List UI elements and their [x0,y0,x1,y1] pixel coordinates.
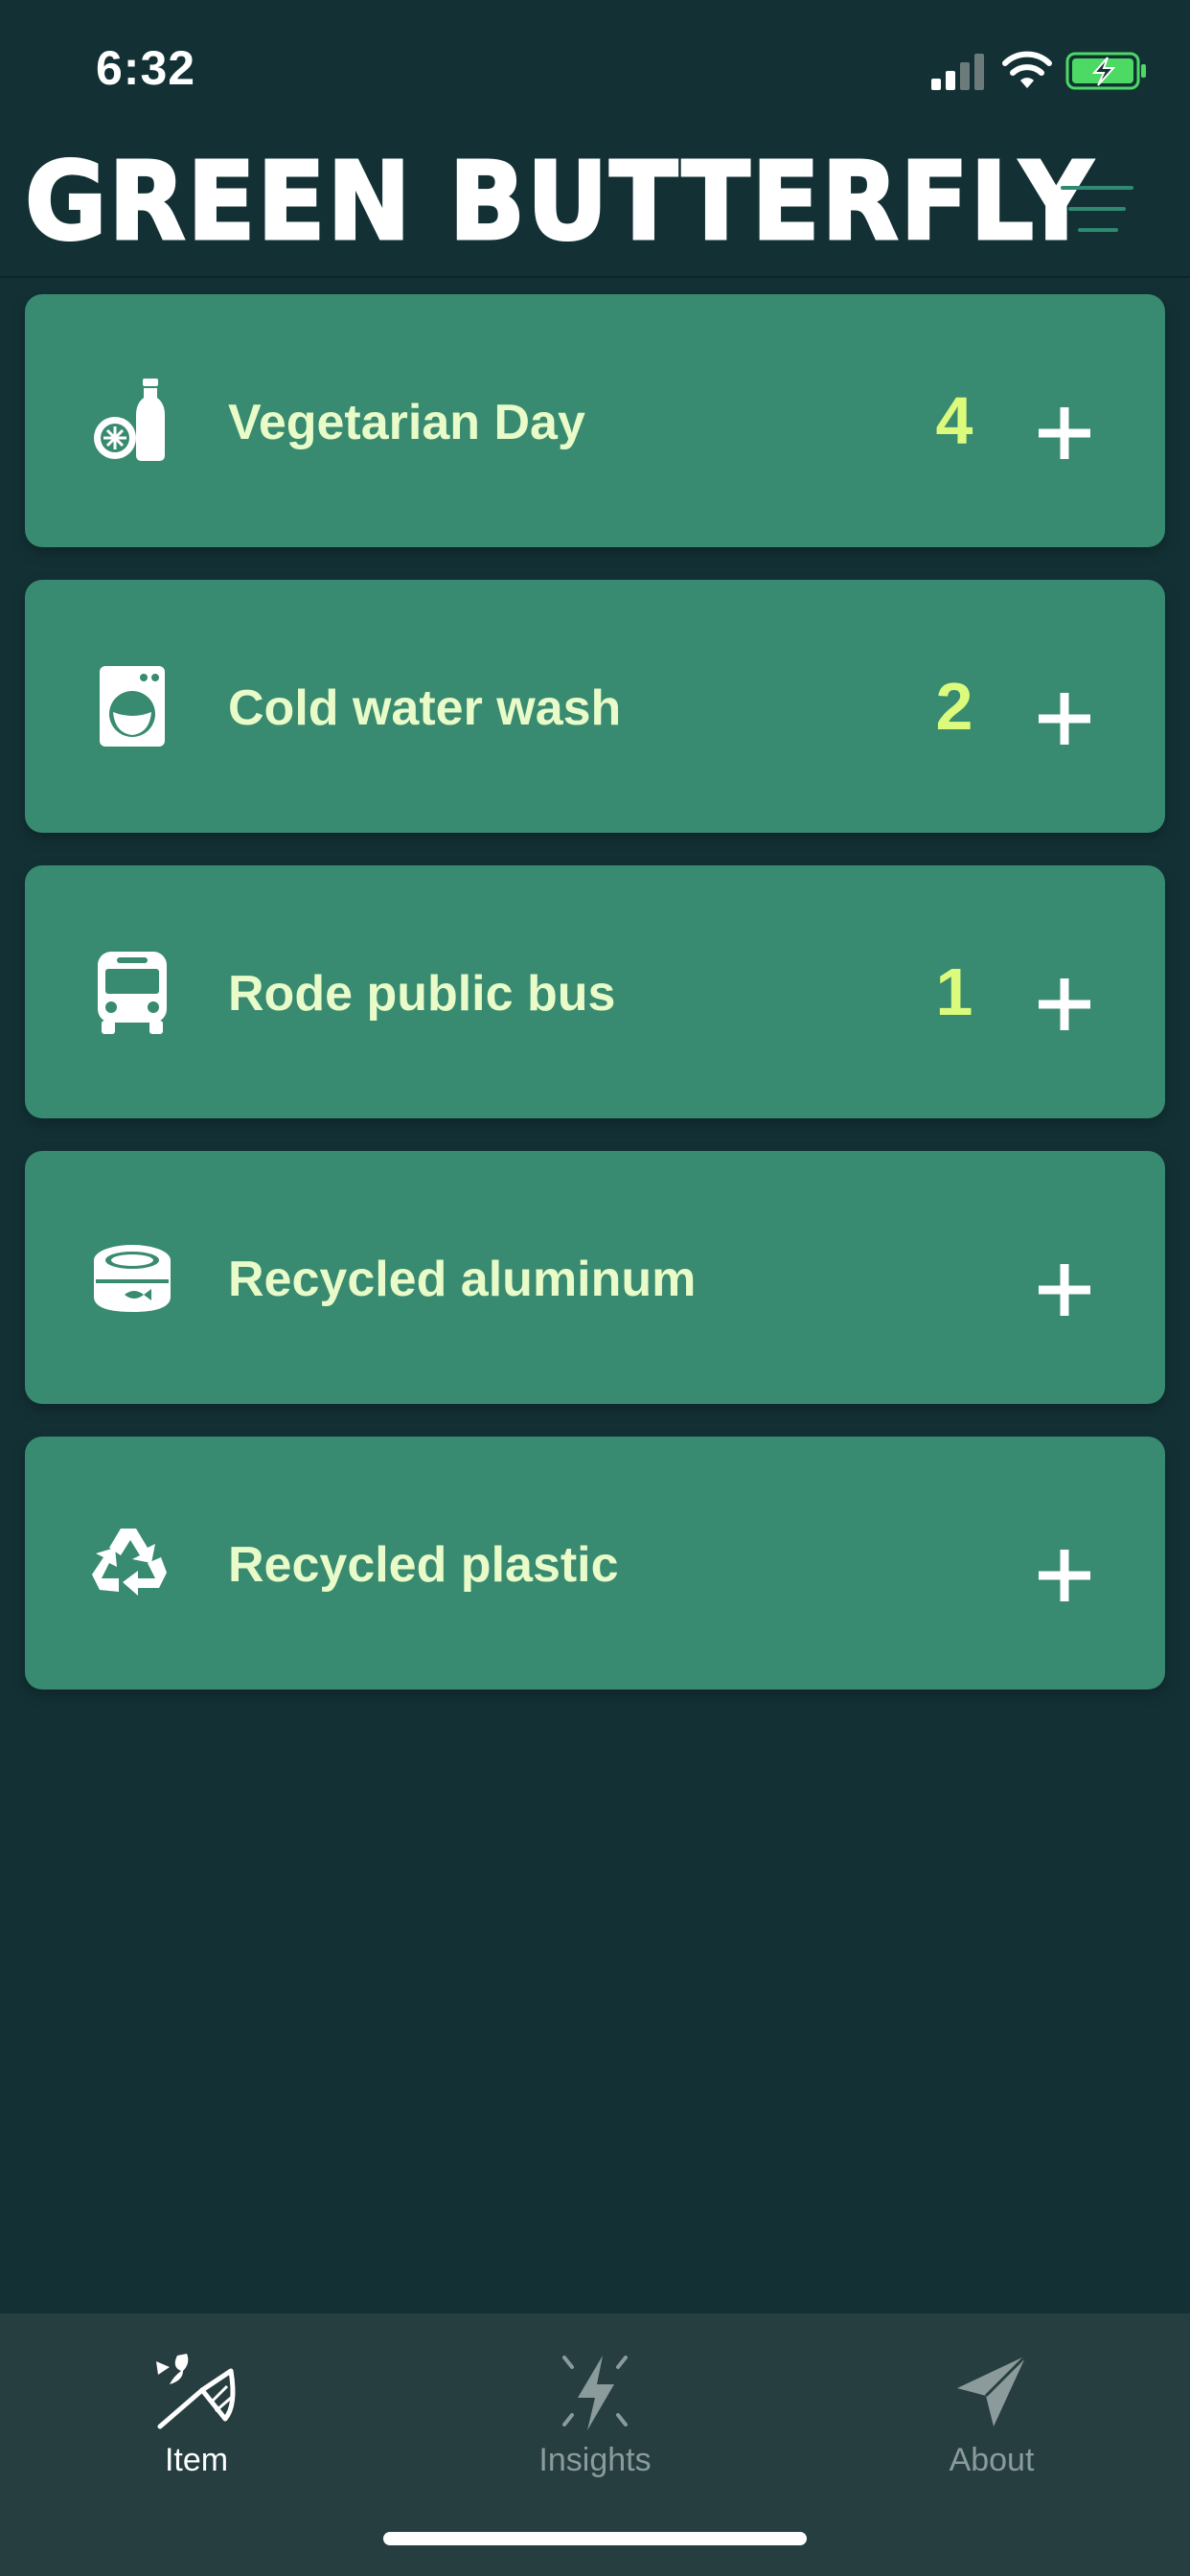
wifi-icon [1002,51,1052,88]
add-button[interactable] [1031,685,1098,752]
butterfly-net-icon [156,2354,236,2429]
item-count: 1 [935,954,973,1029]
add-button[interactable] [1031,1542,1098,1609]
item-label: Vegetarian Day [228,395,585,450]
item-label: Cold water wash [228,680,622,736]
bus-icon [98,952,167,1034]
vegetables-bottle-icon [94,379,165,461]
item-card-recycled-aluminum[interactable]: Recycled aluminum [25,1151,1165,1404]
item-card-rode-public-bus[interactable]: Rode public bus 1 [25,865,1165,1118]
home-indicator[interactable] [383,2532,807,2545]
item-card-recycled-plastic[interactable]: Recycled plastic [25,1437,1165,1690]
tab-about[interactable]: About [848,2333,1135,2496]
item-count: 2 [935,669,973,744]
item-label: Recycled plastic [228,1537,619,1593]
header-divider [0,276,1190,278]
app-title: GREEN BUTTERFLY [24,140,1094,264]
item-card-cold-water-wash[interactable]: Cold water wash 2 [25,580,1165,833]
tab-insights[interactable]: Insights [451,2333,739,2496]
battery-charging-icon [1065,52,1146,90]
tab-label: About [949,2442,1035,2478]
item-count: 4 [935,383,973,458]
status-time: 6:32 [96,41,196,95]
washing-machine-icon [100,666,165,747]
cellular-signal-icon [931,54,984,90]
hamburger-menu-icon[interactable] [1059,182,1135,236]
add-button[interactable] [1031,971,1098,1038]
item-label: Rode public bus [228,966,616,1022]
lightning-icon [562,2356,628,2430]
recycle-icon [92,1529,167,1596]
item-card-vegetarian-day[interactable]: Vegetarian Day 4 [25,294,1165,547]
item-label: Recycled aluminum [228,1252,697,1307]
tab-label: Insights [538,2442,652,2478]
tin-can-icon [94,1245,171,1312]
add-button[interactable] [1031,400,1098,467]
tab-item[interactable]: Item [53,2333,340,2496]
app-screen: 6:32 GREEN BUTTERFLY Vegetarian Day 4 Co… [0,0,1190,2576]
paper-plane-icon [957,2354,1028,2426]
tab-label: Item [164,2442,229,2478]
add-button[interactable] [1031,1256,1098,1323]
